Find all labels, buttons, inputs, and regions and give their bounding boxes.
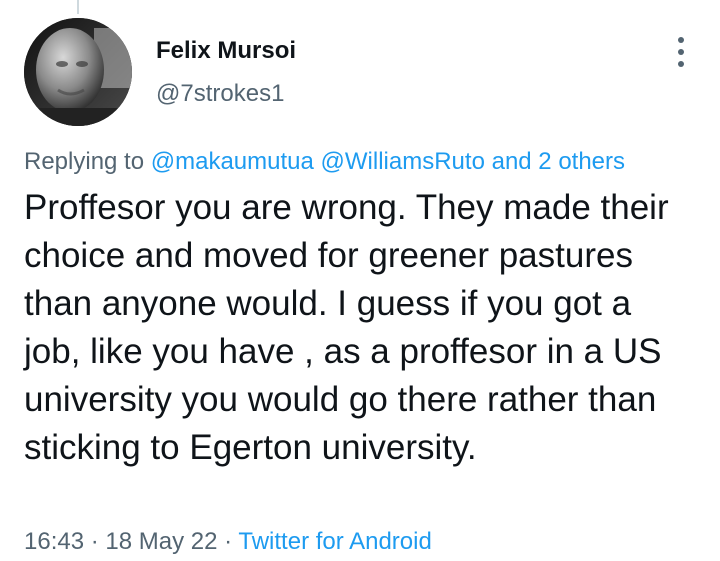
replying-to-line: Replying to @makaumutua @WilliamsRuto an…: [24, 148, 625, 176]
avatar[interactable]: [24, 18, 132, 126]
meta-separator: ·: [224, 528, 233, 555]
replying-to-label: Replying to: [24, 148, 145, 175]
mention-link[interactable]: @makaumutua: [151, 148, 314, 175]
mention-link[interactable]: @WilliamsRuto: [321, 148, 485, 175]
author-handle[interactable]: @7strokes1: [156, 80, 284, 108]
tweet-source-link[interactable]: Twitter for Android: [238, 528, 431, 555]
tweet-date[interactable]: 18 May 22: [105, 528, 217, 555]
more-vertical-icon-dot: [678, 61, 684, 67]
more-options-button[interactable]: [671, 37, 691, 67]
tweet-text: Proffesor you are wrong. They made their…: [24, 188, 669, 467]
more-vertical-icon: [678, 37, 684, 43]
tweet-metadata: 16:43 · 18 May 22 · Twitter for Android: [24, 528, 432, 556]
thread-connector-line: [77, 0, 79, 14]
author-name[interactable]: Felix Mursoi: [156, 37, 296, 65]
more-vertical-icon-dot: [678, 49, 684, 55]
others-link[interactable]: and 2 others: [492, 148, 625, 175]
avatar-image: [24, 18, 132, 126]
tweet-time[interactable]: 16:43: [24, 528, 84, 555]
meta-separator: ·: [90, 528, 99, 555]
